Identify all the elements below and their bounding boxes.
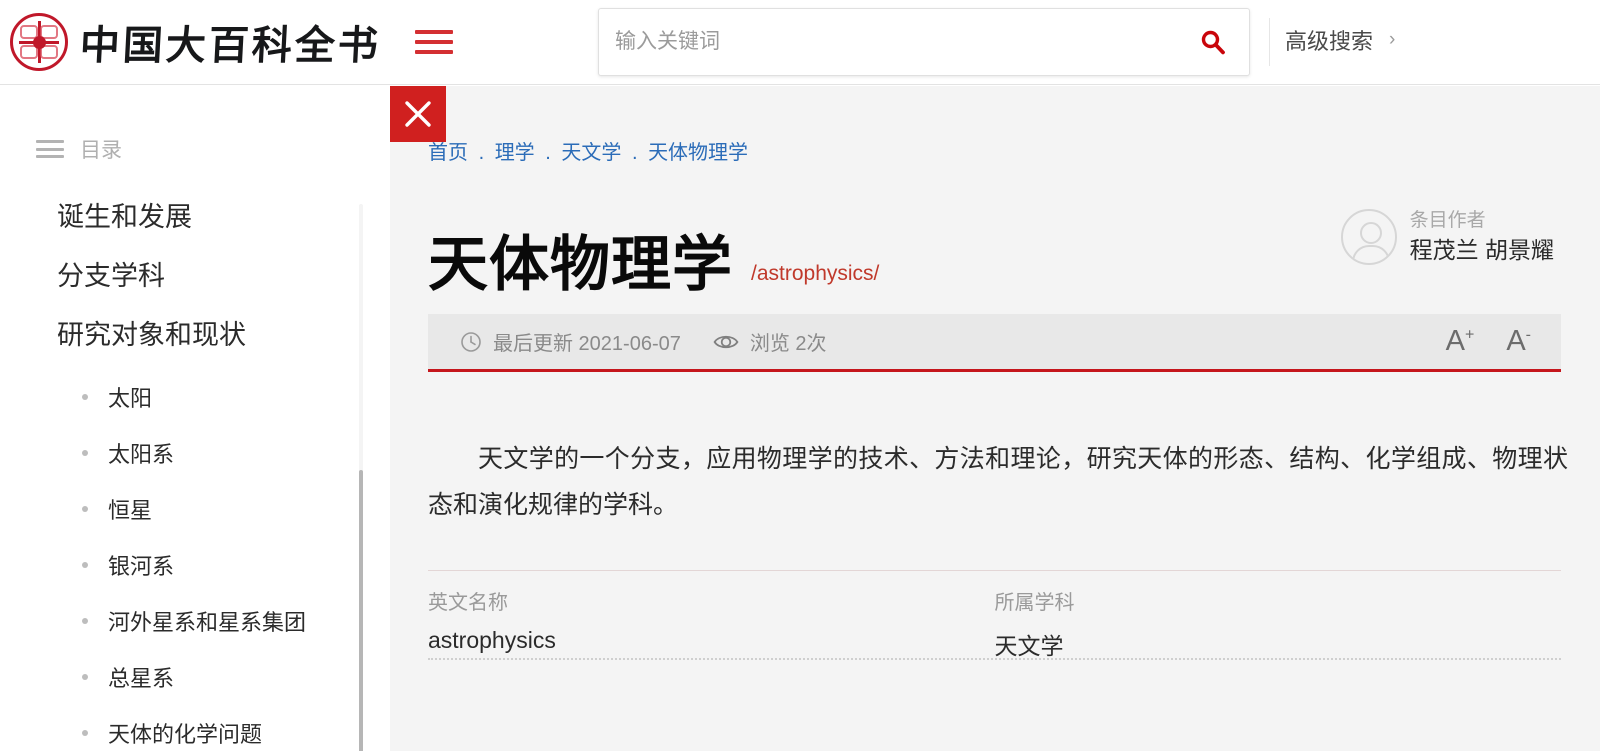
- header-divider: [1269, 18, 1270, 66]
- info-value: astrophysics: [428, 627, 556, 653]
- seal-center: [32, 35, 46, 49]
- bullet-icon: [82, 618, 88, 624]
- info-label: 所属学科: [994, 592, 1075, 614]
- entry-panel: 首页 . 理学 . 天文学 . 天体物理学 天体物理学 /astrophysic…: [390, 86, 1600, 751]
- breadcrumb: 首页 . 理学 . 天文学 . 天体物理学: [428, 136, 748, 165]
- seal-logo-icon[interactable]: [10, 13, 68, 71]
- search-button[interactable]: [1177, 9, 1249, 75]
- hamburger-menu-icon[interactable]: [415, 27, 453, 57]
- site-header: 中国大百科全书 高级搜索 ›: [0, 0, 1600, 85]
- breadcrumb-separator: .: [478, 142, 485, 164]
- sidebar-scrollbar-thumb[interactable]: [359, 470, 363, 751]
- sidebar-item-sun[interactable]: 太阳: [82, 381, 390, 413]
- sidebar-item-label: 恒星: [108, 498, 153, 523]
- sidebar-item-birth-development[interactable]: 诞生和发展: [57, 204, 390, 231]
- advanced-search-link[interactable]: 高级搜索 ›: [1285, 24, 1395, 56]
- toc-header[interactable]: 目录: [36, 134, 390, 164]
- info-grid: 英文名称 astrophysics 所属学科 天文学: [428, 586, 1561, 661]
- breadcrumb-item-astronomy[interactable]: 天文学: [561, 142, 621, 164]
- list-icon: [36, 140, 64, 158]
- bullet-icon: [82, 450, 88, 456]
- sidebar-item-label: 太阳系: [108, 442, 175, 467]
- search-input[interactable]: [615, 30, 1177, 54]
- list-bar: [36, 155, 64, 158]
- hamburger-bar: [415, 40, 453, 44]
- font-increase-sup: +: [1464, 326, 1475, 344]
- breadcrumb-item-science[interactable]: 理学: [495, 142, 535, 164]
- sidebar-item-metagalaxy[interactable]: 总星系: [82, 661, 390, 693]
- breadcrumb-separator: .: [545, 142, 551, 164]
- entry-body: 天文学的一个分支，应用物理学的技术、方法和理论，研究天体的形态、结构、化学组成、…: [428, 445, 1568, 520]
- hamburger-bar: [415, 50, 453, 54]
- page-title: 天体物理学: [428, 231, 733, 299]
- breadcrumb-item-home[interactable]: 首页: [428, 142, 468, 164]
- clock-icon: [461, 331, 481, 352]
- author-block: 条目作者 程茂兰 胡景耀: [1340, 208, 1554, 266]
- font-increase-button[interactable]: A+: [1446, 327, 1475, 356]
- breadcrumb-item-astrophysics[interactable]: 天体物理学: [648, 142, 748, 164]
- sidebar-item-stars[interactable]: 恒星: [82, 493, 390, 525]
- eye-icon: [713, 335, 739, 348]
- sidebar-item-solar-system[interactable]: 太阳系: [82, 437, 390, 469]
- last-updated-text: 最后更新 2021-06-07: [493, 333, 681, 355]
- sidebar-item-label: 太阳: [108, 386, 153, 411]
- font-decrease-button[interactable]: A-: [1506, 327, 1531, 356]
- sidebar: 目录 诞生和发展 分支学科 研究对象和现状 太阳 太阳系 恒星 银河系 河外星系…: [0, 86, 390, 751]
- advanced-search-label: 高级搜索: [1285, 29, 1374, 54]
- search-icon: [1201, 30, 1225, 55]
- view-count: 浏览 2次: [713, 327, 827, 356]
- sidebar-item-label: 银河系: [108, 554, 175, 579]
- sidebar-item-chemistry[interactable]: 天体的化学问题: [82, 717, 390, 749]
- breadcrumb-separator: .: [631, 142, 638, 164]
- close-button[interactable]: [390, 86, 446, 142]
- author-label: 条目作者: [1409, 210, 1486, 231]
- search-bar[interactable]: [598, 8, 1250, 76]
- author-names: 程茂兰 胡景耀: [1409, 236, 1554, 263]
- entry-meta-bar: 最后更新 2021-06-07 浏览 2次 A+ A-: [428, 314, 1561, 372]
- info-field-discipline: 所属学科 天文学: [995, 586, 1562, 661]
- close-icon: [405, 101, 431, 127]
- hamburger-bar: [415, 30, 453, 34]
- info-field-english-name: 英文名称 astrophysics: [428, 586, 995, 661]
- toc-list: 诞生和发展 分支学科 研究对象和现状 太阳 太阳系 恒星 银河系 河外星系和星系…: [0, 204, 390, 751]
- sidebar-item-label: 总星系: [108, 666, 175, 691]
- font-increase-label: A: [1445, 325, 1465, 357]
- info-value: 天文学: [994, 633, 1064, 659]
- chevron-right-icon: ›: [1389, 29, 1396, 50]
- font-decrease-sup: -: [1525, 326, 1531, 344]
- brand-name: 中国大百科全书: [78, 23, 382, 68]
- sidebar-item-research-objects[interactable]: 研究对象和现状: [57, 322, 390, 349]
- sidebar-item-extragalactic[interactable]: 河外星系和星系集团: [82, 605, 390, 637]
- sidebar-item-milky-way[interactable]: 银河系: [82, 549, 390, 581]
- font-size-controls: A+ A-: [1446, 327, 1531, 356]
- bullet-icon: [82, 562, 88, 568]
- sidebar-item-branches[interactable]: 分支学科: [57, 263, 390, 290]
- latin-name: /astrophysics/: [751, 262, 880, 285]
- bullet-icon: [82, 674, 88, 680]
- bullet-icon: [82, 506, 88, 512]
- author-text: 条目作者 程茂兰 胡景耀: [1410, 208, 1554, 266]
- sidebar-item-label: 河外星系和星系集团: [108, 610, 307, 635]
- sidebar-item-label: 天体的化学问题: [108, 722, 263, 747]
- bullet-icon: [82, 730, 88, 736]
- list-bar: [36, 140, 64, 143]
- info-divider: [428, 570, 1561, 571]
- bullet-icon: [82, 394, 88, 400]
- bottom-dotted-divider: [428, 658, 1561, 660]
- user-avatar-icon: [1340, 208, 1397, 265]
- font-decrease-label: A: [1506, 325, 1526, 357]
- brand[interactable]: 中国大百科全书: [10, 13, 382, 71]
- list-bar: [36, 147, 64, 151]
- last-updated: 最后更新 2021-06-07: [460, 327, 681, 356]
- view-count-text: 浏览 2次: [749, 333, 827, 355]
- info-label: 英文名称: [428, 592, 508, 614]
- toc-title: 目录: [80, 139, 122, 162]
